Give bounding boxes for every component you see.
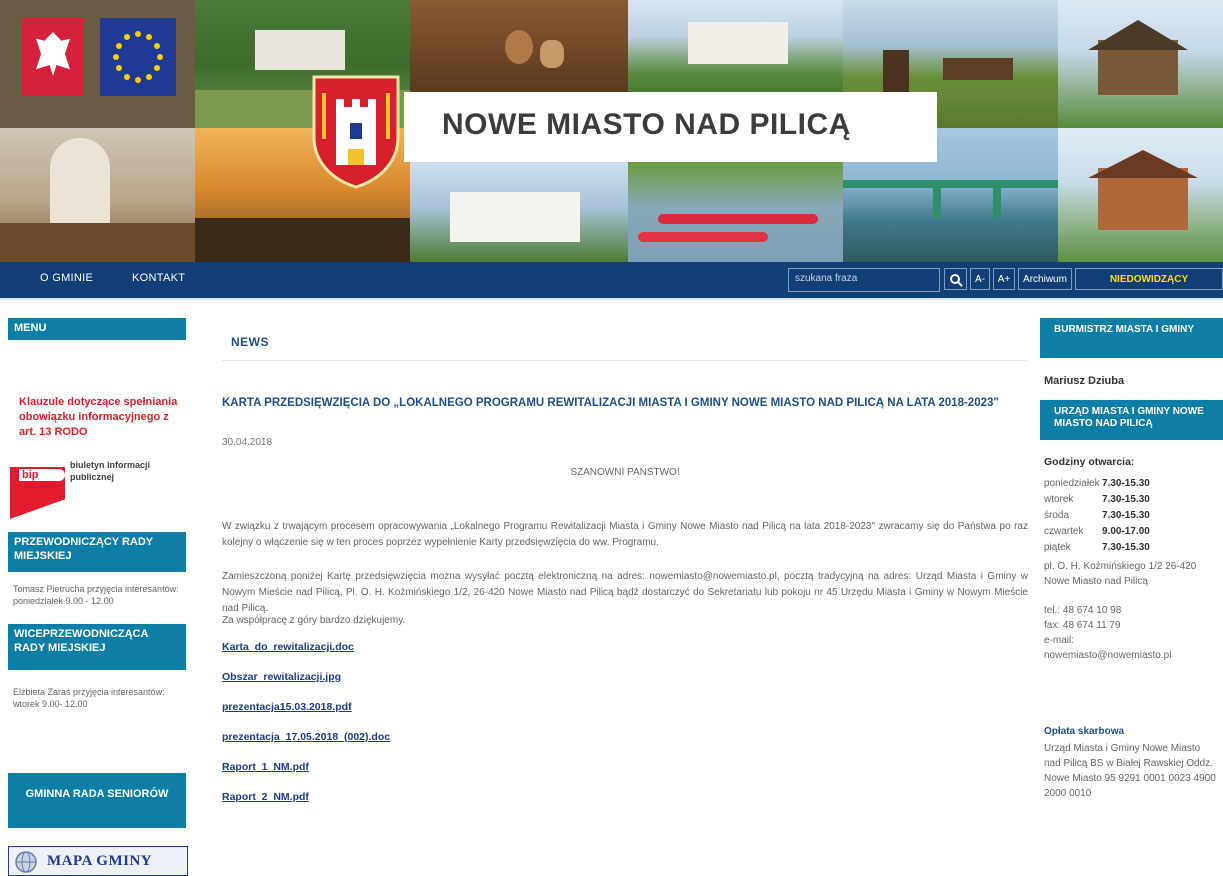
fee-info: Urząd Miasta i Gminy Nowe Miasto nad Pil… [1044, 743, 1216, 799]
hours-row: piątek 7.30-15.30 [1044, 542, 1150, 553]
bip-link[interactable]: bip biuletyn informacji publicznej [10, 457, 190, 519]
file-link[interactable]: Obszar_rewitalizacji.jpg [222, 671, 341, 683]
seniors-council-button[interactable]: GMINNA RADA SENIORÓW [8, 773, 186, 828]
map-button[interactable]: MAPA GMINY [8, 846, 188, 876]
vice-chairman-info: Elżbieta Zaraś przyjęcia interesantów: w… [13, 687, 165, 709]
office-phone: tel.: 48 674 10 98 [1044, 605, 1122, 616]
menu-title: MENU [8, 318, 186, 340]
file-link[interactable]: Raport_2_NM.pdf [222, 791, 309, 803]
archive-button[interactable]: Archiwum [1018, 268, 1072, 290]
section-divider [222, 360, 1028, 361]
vice-chairman-title: WICEPRZEWODNICZĄCA RADY MIEJSKIEJ [8, 624, 186, 670]
bip-label: biuletyn informacji publicznej [70, 460, 151, 482]
bip-short: bip [22, 469, 39, 481]
accessibility-button[interactable]: NIEDOWIDZĄCY [1075, 268, 1223, 290]
email-label: e-mail: [1044, 635, 1075, 646]
site-title: NOWE MIASTO NAD PILICĄ [442, 108, 851, 141]
file-link[interactable]: Raport_1_NM.pdf [222, 761, 309, 773]
hours-label: Godziny otwarcia: [1044, 456, 1135, 468]
map-label: MAPA GMINY [47, 853, 153, 869]
eu-flag-image [100, 18, 176, 96]
photo-kayaks [628, 162, 843, 262]
photo-wooden-house [1058, 128, 1223, 262]
search-icon [949, 274, 963, 287]
office-address: pl. O. H. Koźmińskiego 1/2 26-420 Nowe M… [1044, 561, 1197, 587]
file-link[interactable]: Karta_do_rewitalizacji.doc [222, 641, 354, 653]
mayor-name: Mariusz Dziuba [1044, 375, 1125, 387]
chairman-title: PRZEWODNICZĄCY RADY MIEJSKIEJ [8, 532, 186, 572]
article-date: 30.04.2018 [222, 437, 273, 448]
font-decrease-button[interactable]: A- [970, 268, 990, 290]
header-banner: NOWE MIASTO NAD PILICĄ [0, 0, 1223, 262]
mayor-title: BURMISTRZ MIASTA I GMINY [1040, 318, 1223, 358]
office-fax: fax: 48 674 11 79 [1044, 620, 1121, 631]
nav-item-o-gminie[interactable]: O GMINIE [40, 272, 93, 284]
photo-flags [0, 0, 195, 128]
file-link[interactable]: prezentacja15.03.2018.pdf [222, 701, 352, 713]
photo-pottery [410, 0, 628, 92]
article-paragraph: Za współpracę z góry bardzo dziękujemy. [222, 615, 406, 626]
office-title: URZĄD MIASTA I GMINY NOWE MIASTO NAD PIL… [1040, 400, 1223, 440]
article-greeting: SZANOWNI PAŃSTWO! [570, 467, 680, 478]
hours-row: wtorek 7.30-15.30 [1044, 494, 1150, 505]
globe-icon [15, 851, 37, 873]
file-link[interactable]: prezentacja_17.05.2018_(002).doc [222, 731, 390, 743]
photo-white-manor [410, 162, 628, 262]
eu-stars-icon [113, 31, 163, 83]
search-button[interactable] [944, 268, 967, 290]
photo-wooden-church [1058, 0, 1223, 128]
hours-row: czwartek 9.00-17.00 [1044, 526, 1150, 537]
search-input[interactable]: szukana fraza [788, 268, 940, 292]
photo-palace [628, 0, 843, 92]
chairman-info: Tomasz Pietrucha przyjęcia interesantów:… [13, 584, 179, 606]
font-increase-button[interactable]: A+ [993, 268, 1015, 290]
article-paragraph: W związku z trwającym procesem opracowyw… [222, 521, 1028, 548]
office-email[interactable]: nowemiasto@nowemiasto.pl [1044, 648, 1171, 663]
coat-of-arms-logo [312, 75, 400, 189]
search-placeholder: szukana fraza [795, 273, 858, 284]
hours-row: poniedziałek 7.30-15.30 [1044, 478, 1150, 489]
divider [0, 298, 1223, 300]
photo-church-interior [0, 128, 195, 262]
fee-title[interactable]: Opłata skarbowa [1044, 726, 1124, 737]
rodo-link[interactable]: Klauzule dotyczące spełniania obowiązku … [19, 395, 179, 440]
nav-item-kontakt[interactable]: KONTAKT [132, 272, 185, 284]
article-title[interactable]: KARTA PRZEDSIĘWZIĘCIA DO „LOKALNEGO PROG… [222, 397, 1012, 410]
poland-flag-image [22, 18, 84, 96]
article-paragraph: Zamieszczoną poniżej Kartę przedsięwzięc… [222, 571, 1028, 614]
section-title: NEWS [231, 335, 269, 349]
hours-row: środa 7.30-15.30 [1044, 510, 1150, 521]
site-title-box: NOWE MIASTO NAD PILICĄ [404, 92, 937, 162]
